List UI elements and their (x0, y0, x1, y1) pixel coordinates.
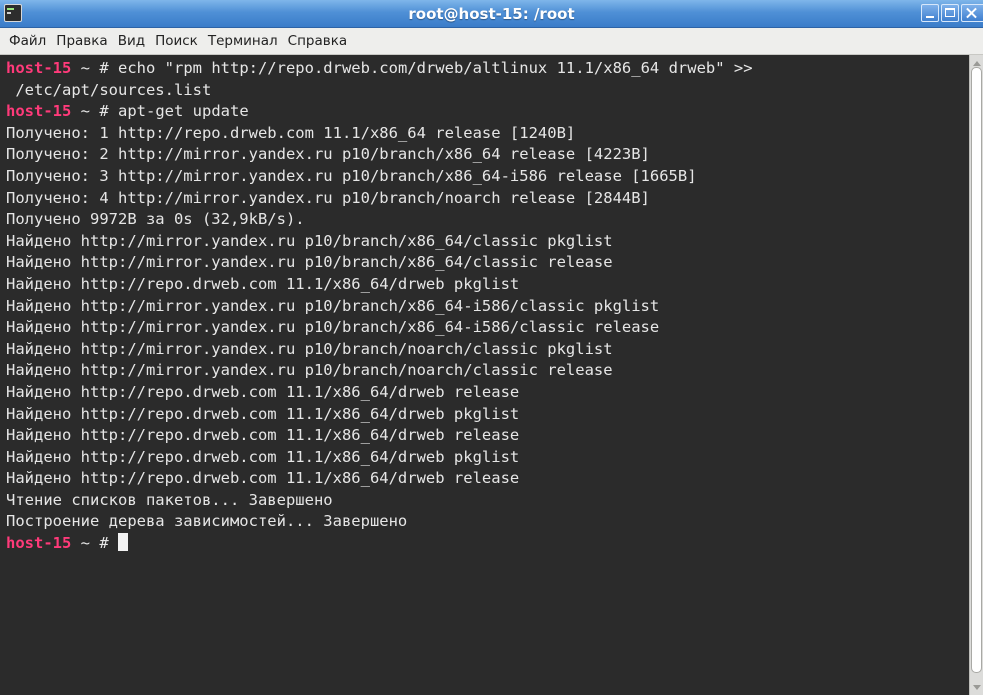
output-line: Получено: 4 http://mirror.yandex.ru p10/… (6, 188, 650, 207)
output-line: Найдено http://repo.drweb.com 11.1/x86_6… (6, 447, 520, 466)
scroll-up-arrow-icon[interactable] (973, 61, 981, 66)
command-text: echo "rpm http://repo.drweb.com/drweb/al… (118, 59, 753, 77)
prompt-host: host-15 (6, 534, 72, 553)
prompt-host: host-15 (6, 102, 72, 121)
output-line: Найдено http://repo.drweb.com 11.1/x86_6… (6, 469, 520, 488)
scroll-down-arrow-icon[interactable] (973, 685, 981, 690)
command-continuation: /etc/apt/sources.list (6, 80, 212, 99)
maximize-button[interactable] (941, 4, 959, 22)
menu-terminal[interactable]: Терминал (203, 28, 283, 55)
output-line: Найдено http://repo.drweb.com 11.1/x86_6… (6, 404, 520, 423)
output-line: Получено: 3 http://mirror.yandex.ru p10/… (6, 166, 697, 185)
menu-view[interactable]: Вид (113, 28, 150, 55)
output-line: Найдено http://repo.drweb.com 11.1/x86_6… (6, 426, 520, 445)
output-line: Найдено http://repo.drweb.com 11.1/x86_6… (6, 274, 520, 293)
output-line: Найдено http://mirror.yandex.ru p10/bran… (6, 296, 660, 315)
close-button[interactable] (961, 4, 983, 22)
text-cursor (118, 533, 128, 552)
command-text: apt-get update (118, 102, 249, 121)
menu-search[interactable]: Поиск (150, 28, 203, 55)
scrollbar-thumb[interactable] (971, 67, 982, 673)
minimize-button[interactable] (921, 4, 939, 22)
menu-help[interactable]: Справка (283, 28, 352, 55)
output-line: Найдено http://mirror.yandex.ru p10/bran… (6, 253, 613, 272)
output-line: Чтение списков пакетов... Завершено (6, 490, 333, 509)
prompt-symbol: ~ # (71, 59, 118, 77)
output-line: Найдено http://mirror.yandex.ru p10/bran… (6, 339, 613, 358)
menu-file[interactable]: Файл (4, 28, 51, 55)
menu-edit[interactable]: Правка (51, 28, 112, 55)
prompt-host: host-15 (6, 59, 72, 77)
terminal-window: root@host-15: /root Файл Правка Вид Поис… (0, 0, 983, 695)
prompt-line: host-15 ~ # (6, 533, 969, 555)
output-line: Найдено http://mirror.yandex.ru p10/bran… (6, 231, 613, 250)
vertical-scrollbar[interactable] (969, 55, 983, 695)
window-title: root@host-15: /root (408, 5, 575, 23)
prompt-symbol: ~ # (71, 102, 118, 121)
output-line: Найдено http://mirror.yandex.ru p10/bran… (6, 318, 660, 337)
output-line: Найдено http://mirror.yandex.ru p10/bran… (6, 361, 613, 380)
output-line: Получено: 1 http://repo.drweb.com 11.1/x… (6, 123, 576, 142)
output-line: Получено: 2 http://mirror.yandex.ru p10/… (6, 145, 650, 164)
menu-bar: Файл Правка Вид Поиск Терминал Справка (0, 28, 983, 55)
prompt-line: host-15 ~ # apt-get update (6, 101, 969, 123)
title-bar[interactable]: root@host-15: /root (0, 0, 983, 28)
terminal-output[interactable]: host-15 ~ # echo "rpm http://repo.drweb.… (0, 55, 969, 695)
prompt-symbol: ~ # (71, 534, 118, 553)
output-line: Получено 9972B за 0s (32,9kB/s). (6, 210, 305, 229)
output-line: Найдено http://repo.drweb.com 11.1/x86_6… (6, 382, 520, 401)
prompt-line: host-15 ~ # echo "rpm http://repo.drweb.… (6, 58, 969, 80)
output-line: Построение дерева зависимостей... Заверш… (6, 512, 408, 531)
